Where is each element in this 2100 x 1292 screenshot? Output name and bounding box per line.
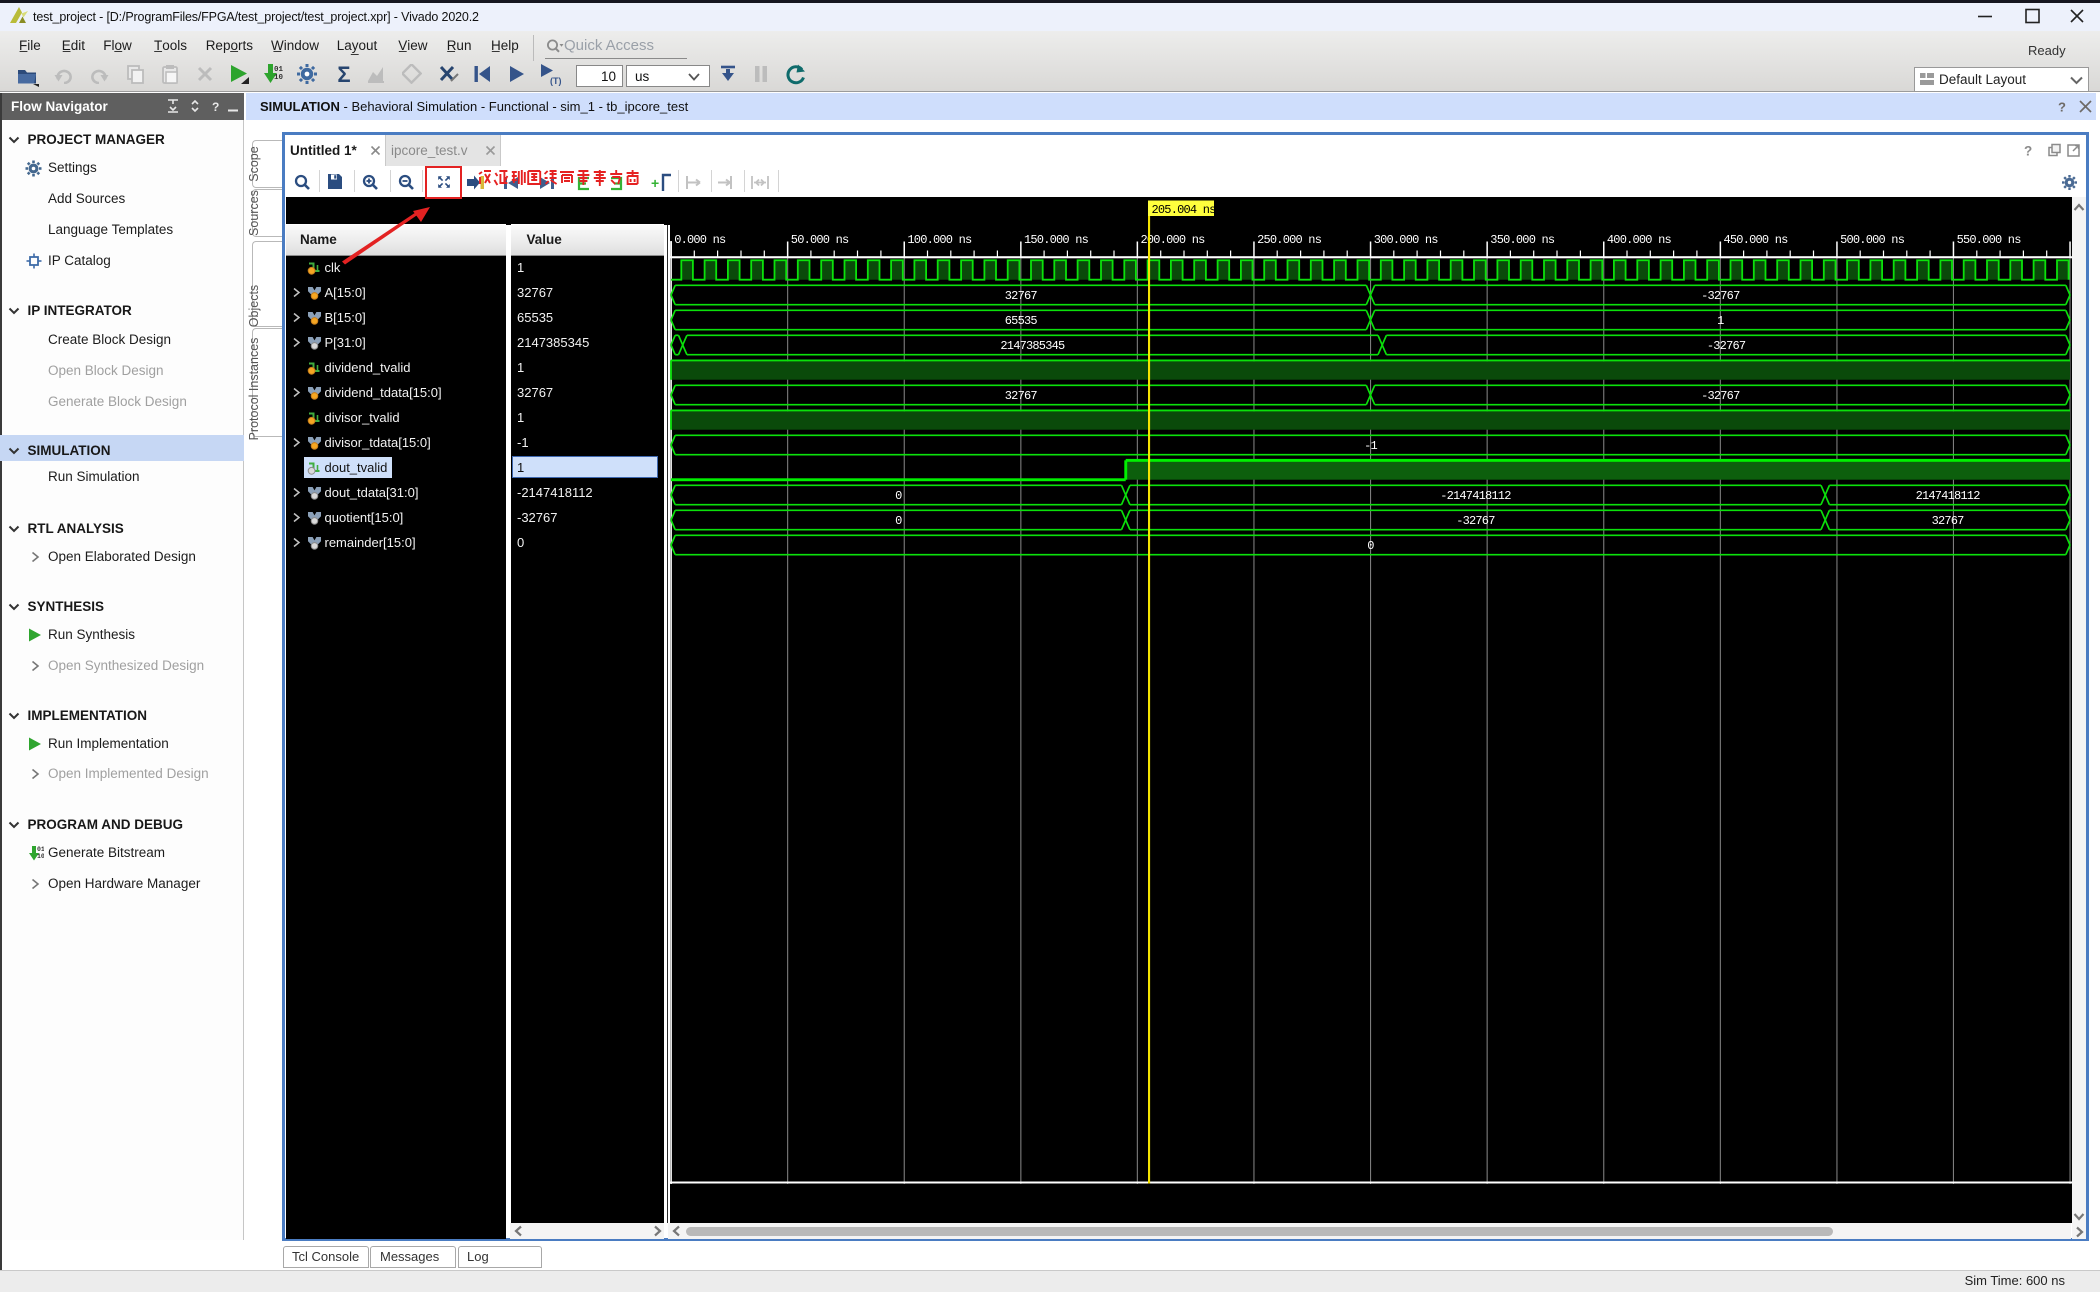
svg-text:350.000 ns: 350.000 ns: [1490, 233, 1555, 247]
svg-text:-32767: -32767: [1701, 389, 1740, 403]
svg-text:10: 10: [37, 853, 44, 860]
svg-text:450.000 ns: 450.000 ns: [1724, 233, 1789, 247]
svg-text:250.000 ns: 250.000 ns: [1257, 233, 1322, 247]
svg-text:100.000 ns: 100.000 ns: [907, 233, 972, 247]
svg-text:32767: 32767: [1932, 514, 1965, 528]
svg-text:300.000 ns: 300.000 ns: [1374, 233, 1439, 247]
svg-text:2147418112: 2147418112: [1916, 489, 1981, 503]
svg-text:32767: 32767: [1005, 389, 1038, 403]
svg-text:200.000 ns: 200.000 ns: [1141, 233, 1206, 247]
svg-text:01: 01: [274, 66, 284, 74]
svg-text:0.000 ns: 0.000 ns: [674, 233, 726, 247]
svg-text:10: 10: [274, 74, 284, 82]
svg-text:150.000 ns: 150.000 ns: [1024, 233, 1089, 247]
svg-text:?: ?: [2024, 144, 2032, 159]
svg-text:205.004 ns: 205.004 ns: [1152, 203, 1217, 217]
svg-text:-32767: -32767: [1701, 289, 1740, 303]
svg-text:-1: -1: [1364, 439, 1377, 453]
svg-text:0: 0: [895, 514, 902, 528]
svg-text:(T): (T): [550, 76, 562, 86]
svg-text:1: 1: [1717, 314, 1724, 328]
svg-text:65535: 65535: [1005, 314, 1038, 328]
svg-text:?: ?: [212, 100, 219, 114]
svg-text:?: ?: [2058, 100, 2066, 115]
svg-text:50.000 ns: 50.000 ns: [791, 233, 849, 247]
svg-text:550.000 ns: 550.000 ns: [1957, 233, 2022, 247]
svg-text:0: 0: [895, 489, 902, 503]
svg-text:+: +: [651, 175, 659, 191]
svg-text:01: 01: [37, 846, 44, 853]
svg-text:-32767: -32767: [1456, 514, 1495, 528]
svg-text:-2147418112: -2147418112: [1440, 489, 1511, 503]
svg-text:2147385345: 2147385345: [1000, 339, 1065, 353]
svg-text:400.000 ns: 400.000 ns: [1607, 233, 1672, 247]
svg-text:-32767: -32767: [1707, 339, 1746, 353]
svg-text:500.000 ns: 500.000 ns: [1840, 233, 1905, 247]
svg-text:0: 0: [1367, 539, 1374, 553]
svg-text:32767: 32767: [1005, 289, 1038, 303]
